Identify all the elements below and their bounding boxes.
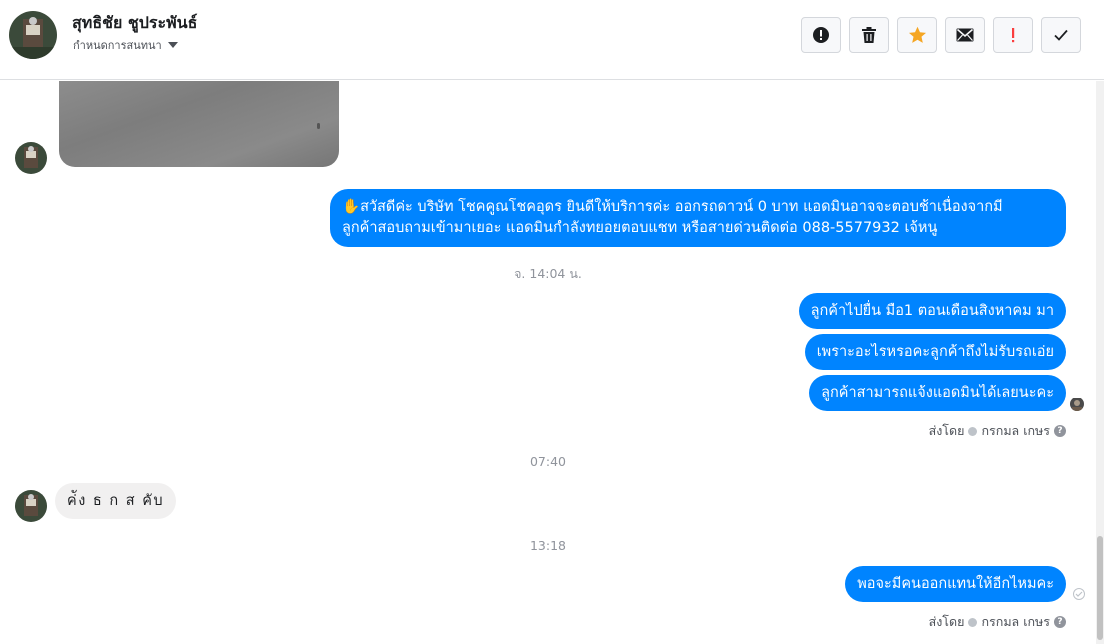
message-text: ลูกค้าสอบถามเข้ามาเยอะ แอดมินกำลังทยอยตอ… [342, 220, 938, 236]
alert-circle-icon [813, 27, 829, 43]
mark-done-button[interactable] [1041, 17, 1081, 53]
exclamation-icon [1012, 28, 1015, 43]
contact-avatar-small[interactable] [15, 490, 47, 522]
sent-by-label: ส่งโดย [928, 614, 965, 629]
sender-status-icon [968, 617, 978, 627]
assign-label: กำหนดการสนทนา [73, 39, 162, 52]
contact-avatar[interactable] [9, 11, 57, 59]
scrollbar-thumb[interactable] [1097, 536, 1103, 640]
help-icon[interactable]: ? [1054, 616, 1066, 628]
star-button[interactable] [897, 17, 937, 53]
follow-up-button[interactable] [993, 17, 1033, 53]
scrollbar[interactable] [1096, 81, 1104, 644]
image-attachment[interactable] [59, 81, 339, 167]
message-bubble-outgoing[interactable]: เพราะอะไรหรอคะลูกค้าถึงไม่รับรถเอ่ย [804, 334, 1066, 370]
sender-name[interactable]: กรกมล เกษร [981, 421, 1050, 441]
message-thread[interactable]: ✋สวัสดีค่ะ บริษัท โชคคูณโชคอุดร ยินดีให้… [0, 81, 1096, 644]
star-icon [908, 26, 926, 43]
timestamp-divider: 13:18 [529, 538, 567, 553]
message-bubble-incoming[interactable]: ค่ัง ธ ก ส คับ [55, 483, 177, 519]
assign-conversation-dropdown[interactable]: กำหนดการสนทนา [73, 36, 178, 54]
caret-down-icon [167, 42, 178, 48]
checkmark-icon [1054, 29, 1068, 41]
read-receipt-avatar [1070, 397, 1084, 411]
mark-spam-button[interactable] [801, 17, 841, 53]
sender-status-icon [968, 426, 978, 436]
sent-by-line: ส่งโดย กรกมล เกษร ? [929, 612, 1066, 632]
message-bubble-outgoing[interactable]: ลูกค้าสามารถแจ้งแอดมินได้เลยนะคะ [809, 375, 1066, 411]
image-detail [317, 123, 320, 129]
sent-by-line: ส่งโดย กรกมล เกษร ? [929, 421, 1066, 441]
mark-unread-button[interactable] [945, 17, 985, 53]
timestamp-divider: จ. 14:04 น. [514, 266, 582, 281]
message-bubble-outgoing[interactable]: ลูกค้าไปยื่น มือ1 ตอนเดือนสิงหาคม มา [798, 293, 1066, 329]
sender-name[interactable]: กรกมล เกษร [981, 612, 1050, 632]
sent-status-icon [1073, 588, 1085, 600]
envelope-icon [956, 28, 974, 42]
raised-hand-icon: ✋ [342, 199, 361, 215]
contact-name: สุทธิชัย ชูประพันธ์ [72, 13, 198, 32]
timestamp-divider: 07:40 [529, 454, 567, 469]
conversation-header: สุทธิชัย ชูประพันธ์ กำหนดการสนทนา [0, 0, 1104, 80]
message-bubble-outgoing[interactable]: พอจะมีคนออกแทนให้อีกไหมคะ [845, 566, 1066, 602]
trash-icon [862, 27, 876, 43]
message-text: สวัสดีค่ะ บริษัท โชคคูณโชคอุดร ยินดีให้บ… [360, 199, 1003, 215]
conversation-toolbar [801, 17, 1081, 53]
help-icon[interactable]: ? [1054, 425, 1066, 437]
message-bubble-outgoing[interactable]: ✋สวัสดีค่ะ บริษัท โชคคูณโชคอุดร ยินดีให้… [330, 189, 1066, 247]
contact-avatar-small[interactable] [15, 142, 47, 174]
delete-button[interactable] [849, 17, 889, 53]
sent-by-label: ส่งโดย [928, 423, 965, 438]
